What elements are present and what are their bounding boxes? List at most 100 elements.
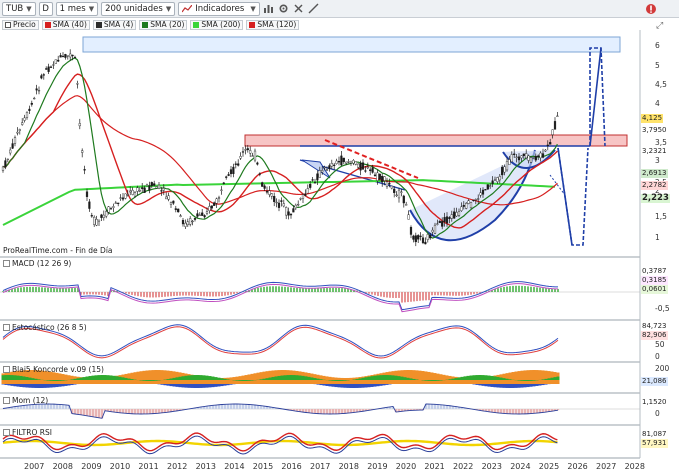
candle-body (412, 235, 415, 240)
candle-body (33, 97, 36, 100)
mom-bar (55, 404, 59, 409)
mom-bar (85, 409, 89, 416)
koncorde-blue-bar (58, 384, 62, 387)
candle-body (508, 159, 511, 165)
mom-bar (226, 404, 230, 409)
candle-body (294, 204, 297, 209)
koncorde-orange-bar (358, 377, 362, 384)
koncorde-blue-bar (64, 384, 68, 386)
koncorde-green-bar (427, 380, 431, 381)
chart-canvas[interactable] (0, 0, 679, 472)
macd-histogram-bar (83, 292, 85, 295)
macd-histogram-bar (515, 285, 517, 292)
candle-body (438, 220, 441, 224)
candle-body (124, 193, 127, 199)
mom-bar (430, 404, 434, 409)
koncorde-orange-bar (232, 377, 236, 384)
koncorde-blue-bar (166, 384, 170, 386)
price-axis-label: 5 (655, 61, 660, 70)
mom-bar (508, 409, 512, 414)
mom-bar (217, 404, 221, 409)
koncorde-green-bar (412, 378, 416, 380)
koncorde-green-bar (13, 375, 17, 380)
koncorde-blue-bar (331, 384, 335, 387)
candle-body (318, 170, 321, 178)
mom-bar (94, 409, 98, 418)
koncorde-blue-bar (361, 384, 365, 388)
price-axis-label: 3 (655, 156, 660, 165)
candle-body (64, 54, 67, 58)
filtro-label[interactable]: FILTRO RSI (3, 428, 52, 437)
koncorde-blue-bar (376, 384, 380, 387)
candle-body (537, 155, 540, 158)
candle-body (381, 175, 384, 183)
candle-body (160, 190, 163, 192)
filtro-rsi-panel (2, 432, 558, 455)
candle-body (57, 59, 60, 62)
mom-bar (157, 409, 161, 414)
candle-body (251, 155, 254, 157)
macd-histogram-bar (56, 288, 58, 292)
macd-histogram-bar (470, 292, 472, 295)
macd-histogram-bar (230, 292, 232, 295)
koncorde-label[interactable]: Blai5 Koncorde v.09 (15) (3, 365, 104, 374)
koncorde-orange-bar (529, 370, 533, 384)
candle-body (81, 150, 84, 153)
koncorde-orange-bar (64, 374, 68, 384)
candle-body (258, 173, 261, 175)
koncorde-green-bar (292, 375, 296, 380)
koncorde-green-bar (286, 375, 290, 380)
macd-histogram-bar (89, 292, 91, 295)
candle-body (141, 187, 144, 189)
macd-label[interactable]: MACD (12 26 9) (3, 259, 71, 268)
expand-icon[interactable]: ⤢ (656, 21, 663, 31)
macd-histogram-bar (17, 287, 19, 292)
mom-bar (343, 409, 347, 414)
candle-body (189, 218, 192, 225)
candle-body (287, 211, 290, 216)
koncorde-green-bar (331, 380, 335, 381)
macd-histogram-bar (260, 287, 262, 292)
macd-histogram-bar (440, 292, 442, 296)
sma-200-tag: 2,223 (641, 193, 670, 203)
candle-body (479, 192, 482, 196)
macd-histogram-bar (326, 288, 328, 292)
candle-body (174, 208, 177, 210)
koncorde-green-bar (355, 378, 359, 380)
koncorde-blue-bar (199, 384, 203, 388)
mom-label[interactable]: Mom (12) (3, 396, 48, 405)
year-label: 2026 (567, 462, 588, 471)
macd-tag: 0,0601 (641, 285, 668, 294)
year-label: 2008 (52, 462, 73, 471)
mom-tag: 1,1520 (641, 398, 668, 407)
stoch-label[interactable]: Estocástico (26 8 5) (3, 323, 87, 332)
koncorde-orange-bar (454, 376, 458, 384)
mom-bar (25, 405, 29, 409)
macd-histogram-bar (368, 292, 370, 294)
koncorde-orange-bar (340, 377, 344, 384)
koncorde-blue-bar (22, 384, 26, 388)
candle-body (431, 229, 434, 233)
koncorde-green-bar (10, 375, 14, 380)
candle-body (215, 198, 218, 204)
koncorde-orange-bar (154, 370, 158, 384)
candle-body (109, 208, 113, 210)
mom-bar (130, 409, 134, 414)
koncorde-green-bar (451, 378, 455, 380)
koncorde-blue-bar (487, 384, 491, 387)
candle-body (397, 189, 401, 199)
koncorde-orange-bar (541, 370, 545, 384)
candle-body (407, 214, 410, 220)
price-axis-label: 1 (655, 233, 660, 242)
candle-body (234, 163, 237, 165)
macd-histogram-bar (221, 292, 223, 297)
candle-body (261, 182, 264, 187)
panel-toggle-icon (3, 429, 10, 436)
koncorde-green-bar (172, 377, 176, 380)
koncorde-green-bar (79, 377, 83, 380)
candle-body (496, 177, 499, 182)
projection-down-solid (557, 147, 573, 246)
candle-body (316, 173, 319, 181)
koncorde-blue-bar (544, 384, 548, 385)
macd-histogram-bar (32, 286, 34, 292)
